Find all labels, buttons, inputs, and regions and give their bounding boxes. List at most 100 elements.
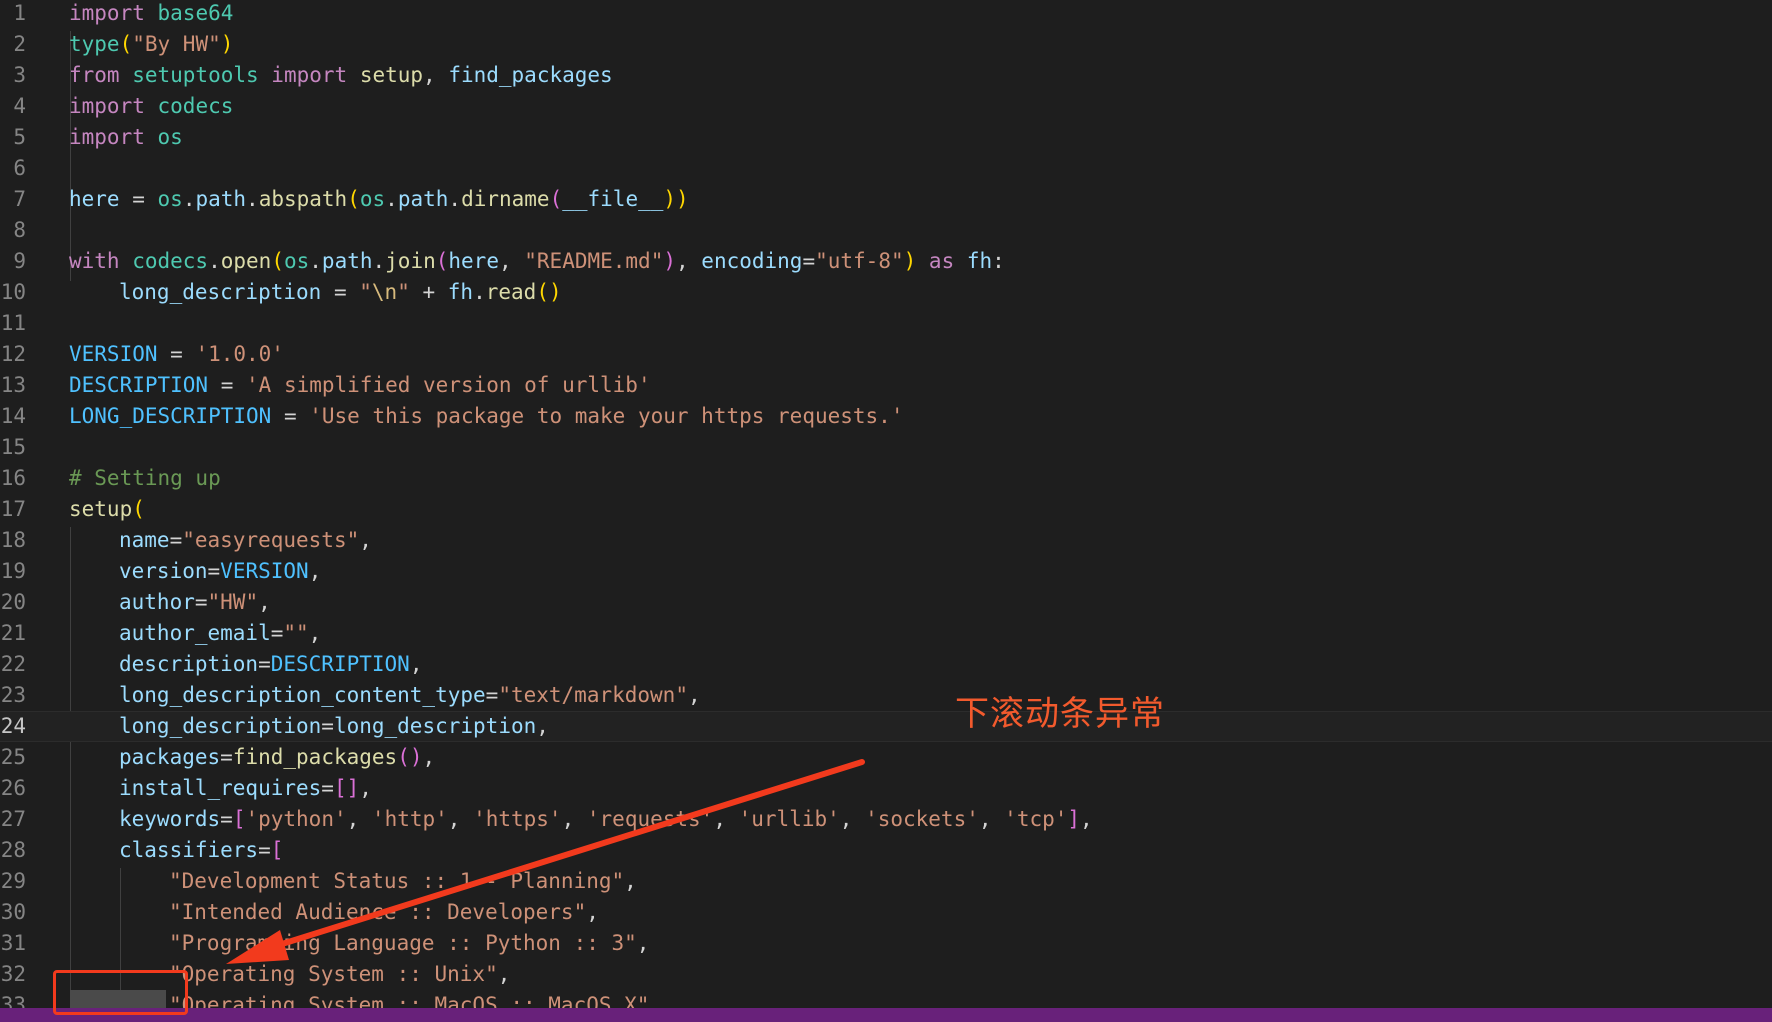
line-number: 22: [0, 652, 26, 676]
code-text: install_requires=[],: [119, 773, 372, 804]
code-token: ": [397, 280, 410, 304]
code-line[interactable]: 22 description=DESCRIPTION,: [0, 649, 1772, 680]
code-line[interactable]: 8: [0, 215, 1772, 246]
code-text: # Setting up: [69, 463, 221, 494]
code-token: :: [992, 249, 1005, 273]
code-line[interactable]: 12 VERSION = '1.0.0': [0, 339, 1772, 370]
code-token: =: [220, 745, 233, 769]
code-token: =: [157, 342, 196, 366]
code-token: "Intended Audience :: Developers": [169, 900, 587, 924]
code-token: ,: [649, 993, 663, 1008]
code-line[interactable]: 7 here = os.path.abspath(os.path.dirname(…: [0, 184, 1772, 215]
code-line[interactable]: 1 import base64: [0, 0, 1772, 29]
code-token: type: [69, 32, 120, 56]
code-token: "utf-8": [815, 249, 904, 273]
code-line[interactable]: 28 classifiers=[: [0, 835, 1772, 866]
code-line[interactable]: 19 version=VERSION,: [0, 556, 1772, 587]
line-number: 12: [0, 342, 26, 366]
code-line[interactable]: 15: [0, 432, 1772, 463]
code-token: (): [536, 280, 562, 304]
code-token: =: [802, 249, 816, 273]
code-line[interactable]: 2 type("By HW"): [0, 29, 1772, 60]
code-line[interactable]: 27 keywords=['python', 'http', 'https', '…: [0, 804, 1772, 835]
code-line[interactable]: 25 packages=find_packages(),: [0, 742, 1772, 773]
code-line[interactable]: 18 name="easyrequests",: [0, 525, 1772, 556]
line-number: 33: [0, 993, 26, 1008]
code-token: import: [258, 63, 360, 87]
code-token: ,: [536, 714, 549, 738]
line-number: 32: [0, 962, 26, 986]
code-token: ): [663, 249, 676, 273]
code-token: +: [409, 280, 448, 304]
code-token: ,: [422, 745, 436, 769]
code-token: os: [283, 249, 310, 273]
code-token: "HW": [207, 590, 259, 614]
code-text: setup(: [69, 494, 145, 525]
code-line[interactable]: 24 long_description=long_description,: [0, 711, 1772, 742]
code-token: ,: [636, 931, 650, 955]
code-token: '1.0.0': [195, 342, 284, 366]
code-line[interactable]: 21 author_email="",: [0, 618, 1772, 649]
code-line[interactable]: 10 long_description = "\n" + fh.read(): [0, 277, 1772, 308]
code-token: ,: [676, 249, 702, 273]
code-text: "Operating System :: Unix",: [169, 959, 510, 990]
code-line[interactable]: 6: [0, 153, 1772, 184]
code-line[interactable]: 4 import codecs: [0, 91, 1772, 122]
code-line[interactable]: 9 with codecs.open(os.path.join(here, "RE…: [0, 246, 1772, 277]
code-line[interactable]: 26 install_requires=[],: [0, 773, 1772, 804]
code-editor[interactable]: 1 import base64 2 type("By HW") 3 from setupt…: [0, 0, 1772, 1008]
code-token: "Operating System :: Unix": [169, 962, 498, 986]
code-token: description: [119, 652, 259, 676]
line-number: 21: [0, 621, 26, 645]
code-token: =: [208, 373, 247, 397]
code-line[interactable]: 13 DESCRIPTION = 'A simplified version of…: [0, 370, 1772, 401]
code-line[interactable]: 31 "Programming Language :: Python :: 3",: [0, 928, 1772, 959]
code-text: author="HW",: [119, 587, 271, 618]
code-token: codecs: [157, 94, 234, 118]
code-token: fh: [447, 280, 474, 304]
code-token: ,: [978, 807, 1005, 831]
code-line[interactable]: 29 "Development Status :: 1 - Planning",: [0, 866, 1772, 897]
code-token: 'https': [473, 807, 562, 831]
code-token: .: [208, 249, 221, 273]
code-token: long_description_content_type: [119, 683, 486, 707]
line-number: 16: [0, 466, 26, 490]
line-number: 26: [0, 776, 26, 800]
code-token: (: [119, 32, 133, 56]
code-token: dirname: [461, 187, 550, 211]
code-line[interactable]: 14 LONG_DESCRIPTION = 'Use this package t…: [0, 401, 1772, 432]
code-token: =: [258, 838, 271, 862]
code-line[interactable]: 32 "Operating System :: Unix",: [0, 959, 1772, 990]
code-line[interactable]: 5 import os: [0, 122, 1772, 153]
code-token: .: [372, 249, 386, 273]
code-line[interactable]: 16 # Setting up: [0, 463, 1772, 494]
code-token: VERSION: [220, 559, 309, 583]
code-text: import os: [69, 122, 183, 153]
code-text: with codecs.open(os.path.join(here, "REA…: [69, 246, 1005, 277]
code-text: keywords=['python', 'http', 'https', 're…: [119, 804, 1093, 835]
code-token: base64: [157, 1, 234, 25]
line-number: 7: [13, 187, 26, 211]
line-number: 24: [0, 714, 26, 738]
code-token: "Operating System :: MacOS :: MacOS X": [169, 993, 650, 1008]
code-line[interactable]: 11: [0, 308, 1772, 339]
code-line[interactable]: 33 "Operating System :: MacOS :: MacOS X"…: [0, 990, 1772, 1008]
code-token: =: [119, 187, 158, 211]
code-line[interactable]: 23 long_description_content_type="text/ma…: [0, 680, 1772, 711]
code-token: "Development Status :: 1 - Planning": [169, 869, 625, 893]
code-token: ,: [308, 559, 322, 583]
line-number: 31: [0, 931, 26, 955]
code-line[interactable]: 30 "Intended Audience :: Developers",: [0, 897, 1772, 928]
code-line[interactable]: 17 setup(: [0, 494, 1772, 525]
code-token: 'http': [371, 807, 448, 831]
line-number: 6: [13, 156, 26, 180]
code-line[interactable]: 20 author="HW",: [0, 587, 1772, 618]
line-number: 10: [0, 280, 26, 304]
code-token: ,: [713, 807, 739, 831]
code-token: .: [473, 280, 486, 304]
line-number: 30: [0, 900, 26, 924]
code-line[interactable]: 3 from setuptools import setup, find_pack…: [0, 60, 1772, 91]
code-token: 'python': [245, 807, 347, 831]
line-number: 27: [0, 807, 26, 831]
code-token: 'urllib': [738, 807, 840, 831]
